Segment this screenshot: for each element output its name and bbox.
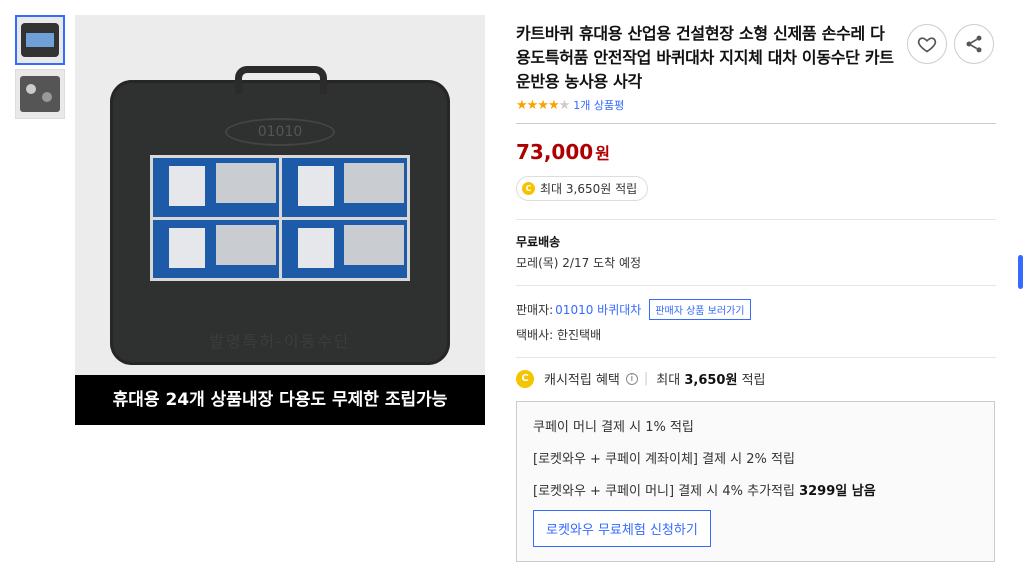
image-banner: 휴대용 24개 상품내장 다용도 무제한 조립가능 (75, 375, 485, 425)
star-icon: ★★★★ (516, 97, 560, 113)
price-unit: 원 (595, 144, 610, 163)
label-panel (153, 158, 279, 217)
rocket-wow-trial-button[interactable]: 로켓와우 무료체험 신청하기 (533, 510, 711, 547)
label-panel (153, 219, 279, 278)
seller-row: 판매자: 01010 바퀴대차 판매자 상품 보러가기 (516, 299, 996, 320)
star-empty-icon: ★ (558, 97, 571, 113)
rating-row: ★★★★★ 1개 상품평 (516, 97, 996, 113)
thumbnail-2[interactable] (15, 69, 65, 119)
share-icon (966, 35, 982, 53)
info-icon[interactable]: i (625, 372, 638, 385)
reward-text: 최대 3,650원 적립 (540, 182, 638, 196)
heart-icon (917, 37, 937, 53)
shipping-date: 모레(목) 2/17 도착 예정 (516, 256, 642, 270)
benefit-box: 쿠페이 머니 결제 시 1% 적립 [로켓와우 + 쿠페이 계좌이체] 결제 시… (516, 401, 995, 562)
review-count-link[interactable]: 1개 상품평 (573, 97, 624, 113)
thumbnail-1[interactable] (15, 15, 65, 65)
thumbnail-open-case-image (20, 76, 60, 112)
benefit-text: [로켓와우 + 쿠페이 머니] 결제 시 4% 추가적립 (533, 484, 795, 499)
case-emboss-text: 발명특허-이동수단 (209, 332, 351, 351)
benefit-days-left: 3299일 남음 (799, 484, 876, 499)
case-logo: 01010 (225, 118, 335, 146)
product-price: 73,000 원 (516, 140, 996, 164)
coin-icon: C (522, 182, 535, 195)
courier-info: 택배사: 한진택배 (516, 328, 602, 342)
benefit-line: [로켓와우 + 쿠페이 머니] 결제 시 4% 추가적립 3299일 남음 (533, 480, 978, 499)
product-info: 카트바퀴 휴대용 산업용 건설현장 소형 신제품 손수레 다용도특허품 안전작업… (516, 22, 996, 562)
divider (516, 123, 996, 124)
separator: | (643, 371, 649, 386)
label-panel (281, 219, 407, 278)
tool-case-illustration: 01010 발명특허-이동수단 (110, 66, 450, 365)
price-value: 73,000 (516, 140, 594, 164)
cash-max: 최대 3,650원 적립 (656, 369, 765, 388)
thumbnail-case-image (21, 23, 59, 57)
shipping-label: 무료배송 (516, 235, 561, 249)
share-button[interactable] (954, 24, 994, 64)
cash-max-prefix: 최대 (656, 373, 681, 388)
seller-label: 판매자: (516, 303, 554, 317)
product-title: 카트바퀴 휴대용 산업용 건설현장 소형 신제품 손수레 다용도특허품 안전작업… (516, 24, 894, 91)
divider (516, 357, 996, 358)
reward-badge: C 최대 3,650원 적립 (516, 176, 649, 201)
coin-icon: C (516, 369, 534, 388)
thumbnail-list (15, 15, 65, 123)
wishlist-button[interactable] (907, 24, 947, 64)
cash-max-suffix: 적립 (741, 373, 766, 388)
divider (516, 219, 996, 220)
cash-reward-row: C 캐시적립 혜택 i | 최대 3,650원 적립 (516, 369, 996, 388)
product-main-image[interactable]: 01010 발명특허-이동수단 휴대용 24개 상품내장 다용도 무제한 조립가… (75, 15, 485, 425)
label-panel (281, 158, 407, 217)
seller-name-link[interactable]: 01010 바퀴대차 (555, 301, 641, 318)
case-handle (235, 66, 327, 94)
cash-max-amount: 3,650원 (684, 373, 738, 388)
divider (516, 285, 996, 286)
star-rating: ★★★★★ (516, 97, 571, 113)
seller-products-button[interactable]: 판매자 상품 보러가기 (649, 299, 751, 320)
benefit-line: 쿠페이 머니 결제 시 1% 적립 (533, 420, 694, 435)
scrollbar[interactable] (1018, 255, 1023, 289)
cash-label: 캐시적립 혜택 (544, 373, 620, 388)
benefit-line: [로켓와우 + 쿠페이 계좌이체] 결제 시 2% 적립 (533, 452, 795, 467)
case-label-sheet (150, 155, 410, 281)
